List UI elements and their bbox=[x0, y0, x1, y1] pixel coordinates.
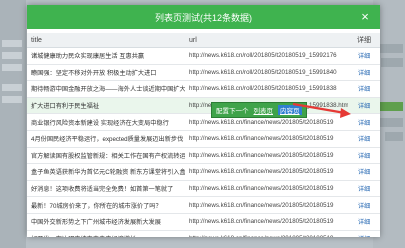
row-detail-link[interactable]: 详细 bbox=[348, 180, 380, 198]
row-url: http://news.k618.cn/finance/news/201805/… bbox=[185, 147, 348, 165]
row-title: 4月份国民经济平稳运行，expected质量发展迈出新步伐 bbox=[27, 130, 185, 148]
row-detail-link[interactable]: 详细 bbox=[348, 163, 380, 181]
modal-title: 列表页测试(共12条数据) bbox=[154, 12, 252, 23]
results-table: title url 详细 诸城健康助力民众实现康居生活 互惠共赢 http://n… bbox=[27, 33, 380, 237]
table-row: 官方解读国有股权监管新规：相关工作在国有产权流转运作 http://news.k6… bbox=[27, 147, 380, 165]
column-header-title: title bbox=[27, 33, 185, 48]
row-detail-link[interactable]: 详细 bbox=[348, 47, 380, 65]
results-table-wrap: title url 详细 诸城健康助力民众实现康居生活 互惠共赢 http://n… bbox=[27, 33, 380, 237]
row-detail-link[interactable]: 详细 bbox=[348, 196, 380, 214]
row-detail-link[interactable]: 详细 bbox=[348, 230, 380, 237]
bg-item bbox=[2, 96, 22, 103]
red-arrow-icon bbox=[292, 102, 351, 118]
bg-item bbox=[385, 132, 403, 141]
row-title: 最新！70城房价来了，你所在的城市涨价了吗？ bbox=[27, 196, 185, 214]
configure-next-button[interactable]: 配置下一个 bbox=[216, 105, 249, 115]
bg-item bbox=[2, 52, 22, 59]
row-url: http://news.k618.cn/finance/news/201805/… bbox=[185, 196, 348, 214]
table-row: 期待畅游中国金融开放之海——海外人士谈近期中国扩大开放 http://news.k… bbox=[27, 80, 380, 98]
row-detail-link[interactable]: 详细 bbox=[348, 80, 380, 98]
table-header-row: title url 详细 bbox=[27, 33, 380, 48]
row-detail-link[interactable]: 详细 bbox=[348, 213, 380, 231]
bg-item bbox=[2, 84, 22, 91]
row-title: 诸城健康助力民众实现康居生活 互惠共赢 bbox=[27, 47, 185, 65]
row-url: http://news.k618.cn/roll/201805/t2018051… bbox=[185, 47, 348, 65]
table-row: 好开发，在达研中结内中未来经济增长http://news.k618.cn/fin… bbox=[27, 230, 380, 237]
modal-header: 列表页测试(共12条数据) × bbox=[27, 5, 380, 29]
bg-item bbox=[381, 58, 403, 67]
row-title: 商业银行风险资本新建设 实现经济在大变局中稳行 bbox=[27, 113, 185, 131]
table-row: 盒子鱼英语获新华为首亿元C轮融资 新东方课堂将引入盒子鱼 http://news.… bbox=[27, 163, 380, 181]
column-header-action: 详细 bbox=[348, 33, 380, 48]
table-row: 诸城健康助力民众实现康居生活 互惠共赢 http://news.k618.cn/r… bbox=[27, 47, 380, 65]
column-header-url: url bbox=[185, 33, 348, 48]
bg-item bbox=[377, 118, 403, 127]
bg-item bbox=[2, 64, 22, 71]
row-detail-link[interactable]: 详细 bbox=[348, 64, 380, 82]
row-url: http://news.k618.cn/finance/news/201805/… bbox=[185, 230, 348, 237]
row-url: http://news.k618.cn/finance/news/201805/… bbox=[185, 163, 348, 181]
row-title: 瞭国强：坚定不移对外开放 积极主动扩大进口 bbox=[27, 64, 185, 82]
row-url: http://news.k618.cn/finance/news/201805/… bbox=[185, 213, 348, 231]
list-test-modal: 列表页测试(共12条数据) × title url 详细 诸城健康助力民众实现康… bbox=[27, 5, 380, 237]
close-icon[interactable]: × bbox=[358, 10, 372, 24]
row-title: 盒子鱼英语获新华为首亿元C轮融资 新东方课堂将引入盒子鱼 bbox=[27, 163, 185, 181]
table-row: 最新！70城房价来了，你所在的城市涨价了吗？ http://news.k618.c… bbox=[27, 196, 380, 214]
bg-item bbox=[2, 40, 22, 47]
row-title: 好开发，在达研中结内中未来经济增长 bbox=[27, 230, 185, 237]
row-title: 中国外交新形势之下广州城市经济发展新大发展 bbox=[27, 213, 185, 231]
table-row: 好消息！这项收费将适当完全免费！如首第一笔就了 http://news.k618.… bbox=[27, 180, 380, 198]
row-url: http://news.k618.cn/roll/201805/t2018051… bbox=[185, 80, 348, 98]
table-row: 4月份国民经济平稳运行，expected质量发展迈出新步伐 http://news… bbox=[27, 130, 380, 148]
row-title: 好消息！这项收费将适当完全免费！如首第一笔就了 bbox=[27, 180, 185, 198]
row-title: 官方解读国有股权监管新规：相关工作在国有产权流转运作 bbox=[27, 147, 185, 165]
row-title: 期待畅游中国金融开放之海——海外人士谈近期中国扩大开放 bbox=[27, 80, 185, 98]
row-detail-link[interactable]: 详细 bbox=[348, 130, 380, 148]
row-title: 扩大进口有利于民生福祉 bbox=[27, 97, 185, 115]
row-url: http://news.k618.cn/finance/news/201805/… bbox=[185, 130, 348, 148]
table-row: 瞭国强：坚定不移对外开放 积极主动扩大进口 http://news.k618.cn… bbox=[27, 64, 380, 82]
list-page-link[interactable]: 列表页 bbox=[254, 105, 274, 115]
table-row: 中国外交新形势之下广州城市经济发展新大发展 http://news.k618.cn… bbox=[27, 213, 380, 231]
row-url: http://news.k618.cn/finance/news/201805/… bbox=[185, 180, 348, 198]
row-detail-link[interactable]: 详细 bbox=[348, 147, 380, 165]
row-url: http://news.k618.cn/roll/201805/t2018051… bbox=[185, 64, 348, 82]
background-left-panel bbox=[0, 0, 26, 248]
bg-item bbox=[377, 44, 403, 53]
bg-green-button bbox=[377, 102, 403, 111]
